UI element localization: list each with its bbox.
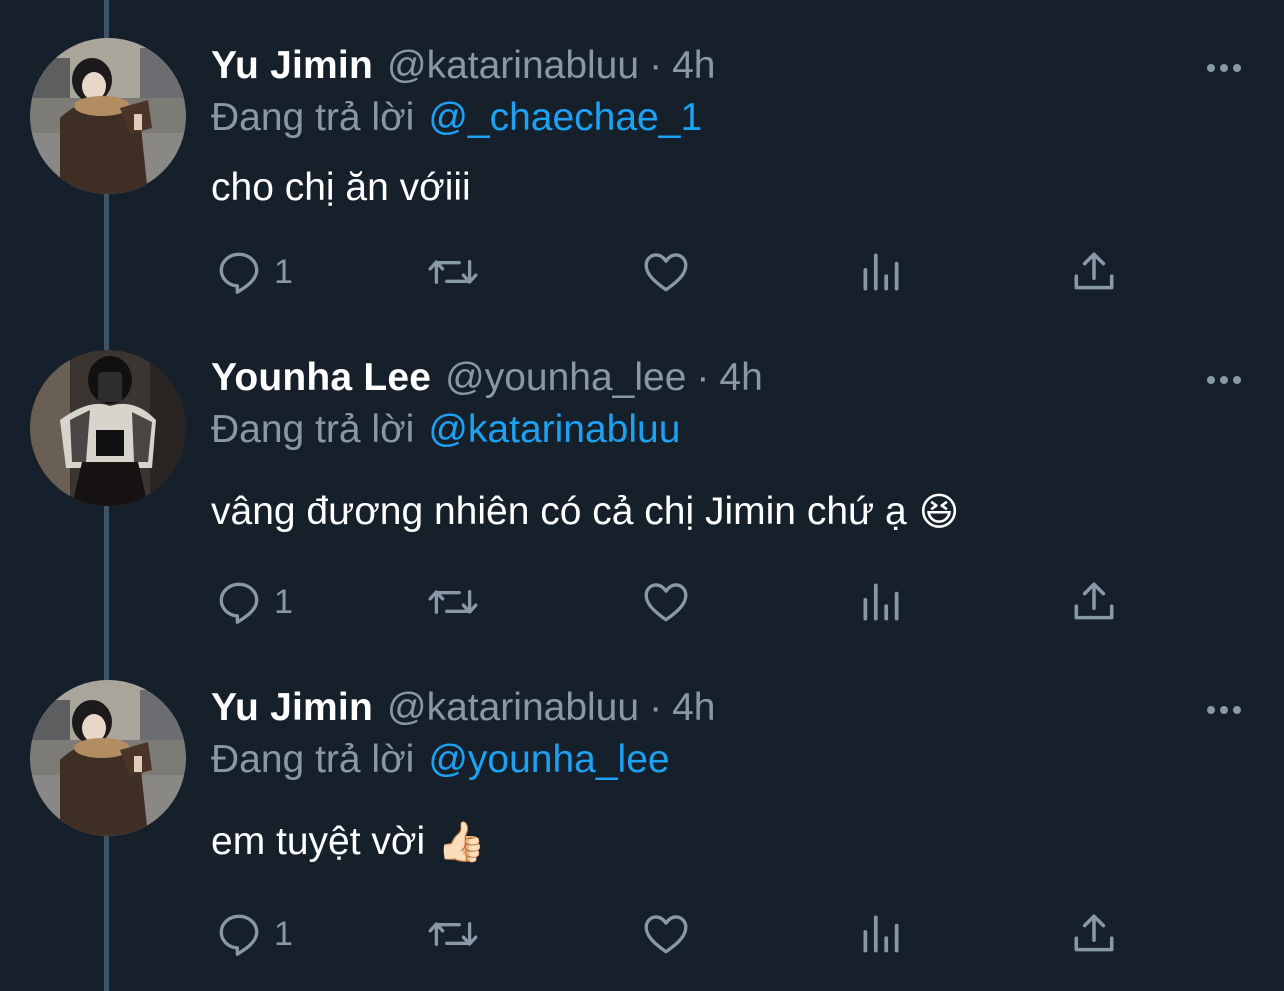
more-icon — [1207, 64, 1241, 72]
avatar-yu-jimin-image — [30, 680, 186, 836]
retweet-button[interactable] — [426, 572, 480, 632]
author-handle[interactable]: @younha_lee — [445, 356, 686, 400]
thread-line-top — [104, 0, 109, 38]
retweet-icon — [428, 921, 478, 947]
replying-to-handle[interactable]: @_chaechae_1 — [428, 96, 702, 140]
tweet-text-content: cho chị ăn vớiii — [211, 166, 471, 209]
timestamp[interactable]: 4h — [719, 356, 762, 400]
author-name[interactable]: Yu Jimin — [211, 686, 373, 730]
heart-icon — [644, 253, 688, 292]
reply-button[interactable]: 1 — [214, 242, 293, 302]
tweet-actions: 1 — [0, 904, 1284, 964]
share-button[interactable] — [1069, 904, 1119, 964]
heart-icon — [644, 583, 688, 622]
retweet-button[interactable] — [426, 242, 480, 302]
tweet[interactable]: Yu Jimin @katarinabluu · 4h Đang trả lời… — [0, 680, 1284, 980]
avatar[interactable] — [30, 38, 186, 194]
tweet-text-content: em tuyệt vời — [211, 820, 426, 863]
more-icon — [1207, 376, 1241, 384]
author-handle[interactable]: @katarinabluu — [387, 44, 639, 88]
analytics-icon — [863, 583, 899, 621]
replying-to-label: Đang trả lời — [211, 738, 415, 781]
replying-to-handle[interactable]: @katarinabluu — [428, 408, 680, 452]
author-handle[interactable]: @katarinabluu — [387, 686, 639, 730]
replying-to: Đang trả lời @katarinabluu — [211, 402, 680, 458]
analytics-icon — [863, 915, 899, 953]
laughing-emoji: 😆 — [918, 490, 960, 534]
avatar-yu-jimin-image — [30, 38, 186, 194]
retweet-icon — [428, 259, 478, 285]
reply-icon — [219, 914, 259, 956]
share-icon — [1074, 252, 1114, 290]
tweet-actions: 1 — [0, 572, 1284, 632]
retweet-icon — [428, 589, 478, 615]
more-button[interactable] — [1202, 696, 1246, 724]
reply-button[interactable]: 1 — [214, 572, 293, 632]
share-icon — [1074, 914, 1114, 952]
timestamp[interactable]: 4h — [672, 44, 715, 88]
replying-to-handle[interactable]: @younha_lee — [428, 738, 669, 782]
avatar[interactable] — [30, 350, 186, 506]
like-button[interactable] — [641, 572, 691, 632]
share-button[interactable] — [1069, 572, 1119, 632]
author-name[interactable]: Yu Jimin — [211, 44, 373, 88]
reply-icon — [219, 252, 259, 294]
tweet-text-content: vâng đương nhiên có cả chị Jimin chứ ạ — [211, 490, 907, 533]
analytics-button[interactable] — [856, 572, 906, 632]
tweet-text: em tuyệt vời 👍🏻 — [211, 814, 486, 870]
avatar-younha-lee-image — [30, 350, 186, 506]
reply-count: 1 — [274, 582, 293, 621]
replying-to: Đang trả lời @_chaechae_1 — [211, 90, 702, 146]
replying-to: Đang trả lời @younha_lee — [211, 732, 670, 788]
avatar[interactable] — [30, 680, 186, 836]
more-button[interactable] — [1202, 54, 1246, 82]
more-button[interactable] — [1202, 366, 1246, 394]
analytics-button[interactable] — [856, 242, 906, 302]
share-icon — [1074, 582, 1114, 620]
analytics-icon — [863, 253, 899, 291]
separator-dot: · — [649, 686, 663, 729]
like-button[interactable] — [641, 904, 691, 964]
replying-to-label: Đang trả lời — [211, 96, 415, 139]
tweet-actions: 1 — [0, 242, 1284, 302]
separator-dot: · — [649, 44, 663, 87]
separator-dot: · — [696, 356, 710, 399]
more-icon — [1207, 706, 1241, 714]
tweet[interactable]: Yu Jimin @katarinabluu · 4h Đang trả lời… — [0, 38, 1284, 308]
analytics-button[interactable] — [856, 904, 906, 964]
tweet-text: cho chị ăn vớiii — [211, 160, 471, 216]
thumbs-up-emoji: 👍🏻 — [437, 821, 486, 864]
replying-to-label: Đang trả lời — [211, 408, 415, 451]
timestamp[interactable]: 4h — [672, 686, 715, 730]
heart-icon — [644, 915, 688, 954]
reply-button[interactable]: 1 — [214, 904, 293, 964]
like-button[interactable] — [641, 242, 691, 302]
reply-icon — [219, 582, 259, 624]
reply-count: 1 — [274, 252, 293, 291]
reply-count: 1 — [274, 914, 293, 953]
tweet[interactable]: Younha Lee @younha_lee · 4h Đang trả lời… — [0, 350, 1284, 660]
share-button[interactable] — [1069, 242, 1119, 302]
retweet-button[interactable] — [426, 904, 480, 964]
author-name[interactable]: Younha Lee — [211, 356, 431, 400]
tweet-text: vâng đương nhiên có cả chị Jimin chứ ạ 😆 — [211, 482, 959, 542]
